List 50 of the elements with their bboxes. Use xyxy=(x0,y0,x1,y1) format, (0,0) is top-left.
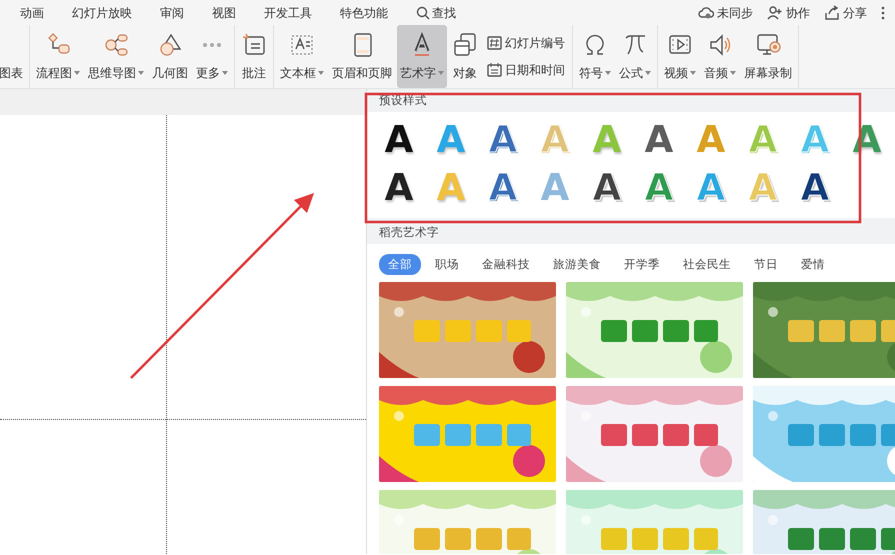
toolbar-button[interactable]: 页眉和页脚 xyxy=(329,25,395,88)
word-art-style[interactable]: A xyxy=(384,118,414,162)
calendar-icon xyxy=(487,62,502,78)
more-icon xyxy=(881,4,885,20)
toolbar-button[interactable]: 图表 xyxy=(0,25,26,88)
mind-map-icon xyxy=(103,32,129,58)
toolbar-button[interactable]: 日期和时间 xyxy=(485,60,567,80)
word-art-style[interactable]: A xyxy=(592,166,622,210)
category-tab[interactable]: 职场 xyxy=(426,254,468,275)
toolbar-link[interactable]: 协作 xyxy=(767,4,810,22)
dots-icon xyxy=(203,43,221,47)
toolbar-button[interactable]: 思维导图 xyxy=(85,25,147,88)
search-icon xyxy=(416,6,430,20)
menu-tab[interactable]: 幻灯片放映 xyxy=(72,4,132,22)
menu-tab[interactable]: 动画 xyxy=(20,4,44,22)
toolbar-button[interactable]: 批注 xyxy=(238,25,270,88)
toolbar-button[interactable]: 符号 xyxy=(576,25,614,88)
hash-icon xyxy=(487,34,502,51)
toolbar-button[interactable]: 公式 xyxy=(616,25,654,88)
category-tab[interactable]: 开学季 xyxy=(615,254,669,275)
toolbar-button[interactable]: 视频 xyxy=(661,25,699,88)
toolbar-link[interactable]: 未同步 xyxy=(698,4,753,22)
toolbar-button[interactable]: 几何图 xyxy=(149,25,191,88)
toolbar-button[interactable]: 幻灯片编号 xyxy=(485,32,567,53)
toolbar-button[interactable]: 流程图 xyxy=(33,25,83,88)
toolbar-link[interactable]: 分享 xyxy=(824,4,867,22)
person-plus-icon xyxy=(767,4,783,20)
toolbar-button[interactable]: 屏幕录制 xyxy=(741,25,795,88)
cloud-icon xyxy=(698,4,714,20)
category-tab[interactable]: 社会民生 xyxy=(674,254,740,275)
word-art-style[interactable]: A xyxy=(800,166,830,210)
menu-tab[interactable]: 开发工具 xyxy=(264,4,312,22)
category-tab[interactable]: 爱情 xyxy=(792,254,834,275)
object-icon xyxy=(452,32,478,58)
word-art-style[interactable]: A xyxy=(644,118,674,162)
search-button[interactable]: 查找 xyxy=(416,4,456,22)
toolbar-button[interactable]: 文本框 xyxy=(277,25,327,88)
category-tab[interactable]: 旅游美食 xyxy=(544,254,610,275)
menu-tab[interactable]: 特色功能 xyxy=(340,4,388,22)
toolbar-button[interactable]: 更多 xyxy=(193,25,231,88)
toolbar-button[interactable]: 艺术字 xyxy=(397,25,447,88)
toolbar-button[interactable]: 音频 xyxy=(701,25,739,88)
word-art-style[interactable]: A xyxy=(644,166,674,210)
word-art-style[interactable]: A xyxy=(384,166,414,210)
category-tab[interactable]: 金融科技 xyxy=(473,254,539,275)
menu-tab[interactable]: 视图 xyxy=(212,4,236,22)
category-tab[interactable]: 节日 xyxy=(745,254,787,275)
menu-tab[interactable]: 审阅 xyxy=(160,4,184,22)
toolbar-button[interactable]: 对象 xyxy=(449,25,481,88)
share-icon xyxy=(824,4,840,20)
